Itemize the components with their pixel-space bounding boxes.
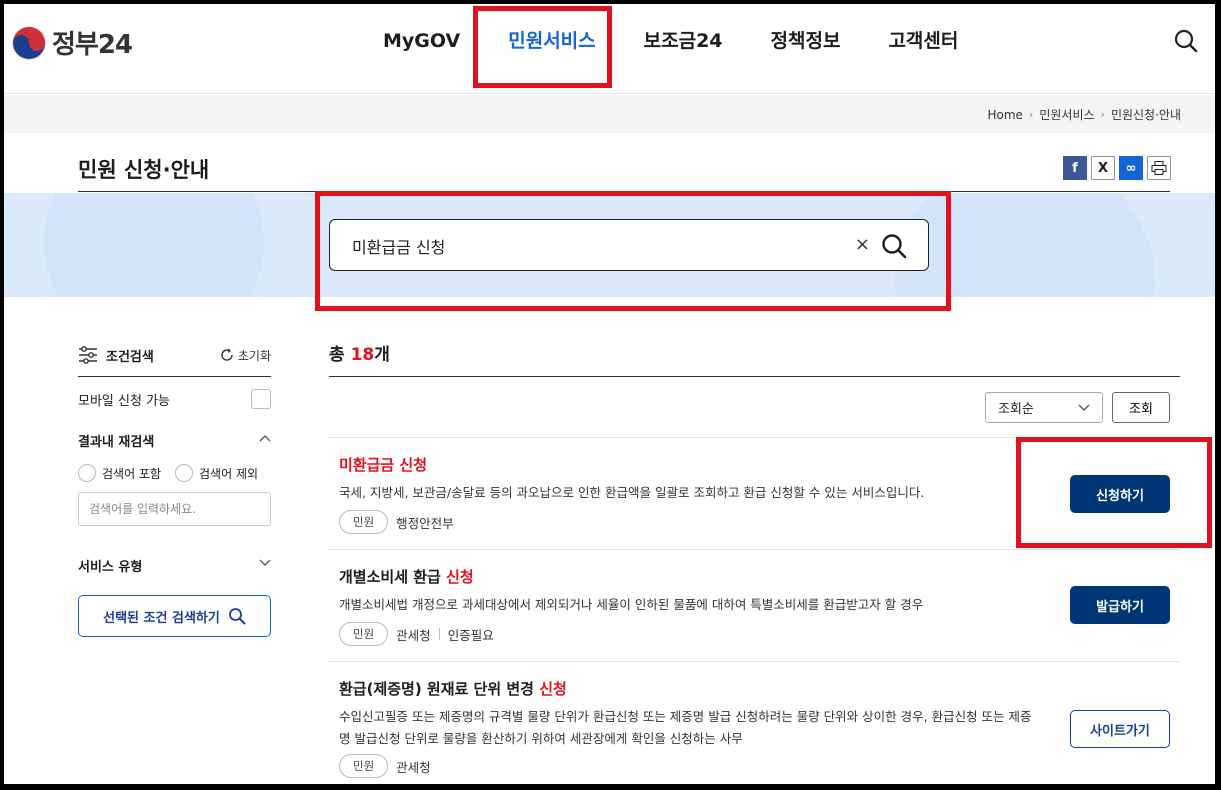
breadcrumb-home[interactable]: Home bbox=[987, 108, 1022, 122]
sort-apply-button[interactable]: 조회 bbox=[1112, 392, 1170, 423]
agency-label: 행정안전부 bbox=[396, 515, 454, 531]
facebook-icon[interactable]: f bbox=[1063, 156, 1087, 180]
go-to-site-button[interactable]: 사이트가기 bbox=[1070, 710, 1170, 748]
auth-required-label: 인증필요 bbox=[447, 627, 494, 643]
radio-include[interactable]: 검색어 포함 bbox=[78, 464, 161, 482]
filter-sidebar: 조건검색 초기화 모바일 신청 가능 결과내 재검색 검색어 포함 검색어 제외… bbox=[78, 340, 271, 637]
apply-button[interactable]: 신청하기 bbox=[1070, 475, 1170, 513]
site-header: 정부24 MyGOV 민원서비스 보조금24 정책정보 고객센터 bbox=[4, 4, 1215, 94]
result-tags: 민원 관세청 bbox=[339, 754, 431, 778]
search-box: × bbox=[329, 219, 929, 271]
site-logo[interactable]: 정부24 bbox=[12, 24, 133, 61]
result-item: 환급(제증명) 원재료 단위 변경 신청 수입신고필증 또는 제증명의 규격별 … bbox=[329, 661, 1180, 784]
issue-button[interactable]: 발급하기 bbox=[1070, 586, 1170, 624]
breadcrumb-current: 민원신청·안내 bbox=[1110, 108, 1181, 122]
search-icon bbox=[228, 608, 246, 625]
breadcrumb-bar: Home › 민원서비스 › 민원신청·안내 bbox=[4, 95, 1215, 133]
result-title[interactable]: 환급(제증명) 원재료 단위 변경 신청 bbox=[339, 678, 567, 699]
research-input[interactable] bbox=[78, 492, 271, 526]
mobile-filter-checkbox[interactable] bbox=[251, 389, 271, 409]
agency-label: 관세청 bbox=[396, 627, 431, 643]
result-description: 수입신고필증 또는 제증명의 규격별 물량 단위가 환급신청 또는 제증명 발급… bbox=[339, 709, 1032, 746]
title-divider bbox=[78, 191, 1170, 192]
logo-text: 정부24 bbox=[52, 30, 133, 60]
mobile-filter-row: 모바일 신청 가능 bbox=[78, 389, 271, 409]
print-icon[interactable] bbox=[1147, 156, 1171, 180]
result-description: 국세, 지방세, 보관금/송달료 등의 과오납으로 인한 환급액을 일괄로 조회… bbox=[339, 485, 925, 500]
breadcrumb: Home › 민원서비스 › 민원신청·안내 bbox=[987, 106, 1181, 123]
result-item: 개별소비세 환급 신청 개별소비세법 개정으로 과세대상에서 제외되거나 세율이… bbox=[329, 549, 1180, 661]
research-header[interactable]: 결과내 재검색 bbox=[78, 431, 271, 450]
filter-header: 조건검색 초기화 bbox=[78, 340, 271, 370]
browser-viewport: 정부24 MyGOV 민원서비스 보조금24 정책정보 고객센터 Home › … bbox=[4, 4, 1215, 784]
chevron-up-icon bbox=[259, 431, 271, 450]
nav-civil-service[interactable]: 민원서비스 bbox=[484, 26, 619, 56]
results-divider bbox=[329, 376, 1180, 377]
page-title: 민원 신청·안내 bbox=[78, 158, 210, 182]
nav-mygov[interactable]: MyGOV bbox=[359, 26, 484, 56]
filter-title: 조건검색 bbox=[106, 349, 154, 365]
link-icon[interactable]: ∞ bbox=[1119, 156, 1143, 180]
research-radios: 검색어 포함 검색어 제외 bbox=[78, 464, 271, 482]
result-title[interactable]: 개별소비세 환급 신청 bbox=[339, 566, 474, 587]
nav-policy-info[interactable]: 정책정보 bbox=[747, 26, 865, 56]
breadcrumb-civil-service[interactable]: 민원서비스 bbox=[1039, 106, 1094, 123]
result-title[interactable]: 미환급금 신청 bbox=[339, 454, 427, 475]
radio-exclude[interactable]: 검색어 제외 bbox=[175, 464, 258, 482]
type-badge: 민원 bbox=[339, 510, 389, 534]
chevron-right-icon: › bbox=[1100, 108, 1105, 121]
service-type-header[interactable]: 서비스 유형 bbox=[78, 556, 271, 575]
clear-icon[interactable]: × bbox=[855, 234, 870, 255]
result-item: 미환급금 신청 국세, 지방세, 보관금/송달료 등의 과오납으로 인한 환급액… bbox=[329, 437, 1180, 549]
type-badge: 민원 bbox=[339, 622, 389, 646]
x-icon[interactable]: X bbox=[1091, 156, 1115, 180]
nav-customer-center[interactable]: 고객센터 bbox=[864, 26, 982, 56]
result-count: 총 18개 bbox=[329, 345, 390, 365]
mobile-filter-label: 모바일 신청 가능 bbox=[78, 393, 170, 409]
filter-divider bbox=[78, 376, 271, 377]
share-tools: f X ∞ bbox=[1063, 156, 1171, 180]
reset-button[interactable]: 초기화 bbox=[220, 347, 271, 364]
chevron-right-icon: › bbox=[1028, 108, 1034, 121]
apply-filter-button[interactable]: 선택된 조건 검색하기 bbox=[78, 595, 271, 637]
refresh-icon bbox=[221, 348, 233, 361]
search-icon[interactable] bbox=[880, 232, 908, 260]
result-tags: 민원 행정안전부 bbox=[339, 510, 454, 534]
type-badge: 민원 bbox=[339, 754, 389, 778]
result-description: 개별소비세법 개정으로 과세대상에서 제외되거나 세율이 인하된 물품에 대하여… bbox=[339, 597, 924, 612]
sort-select[interactable]: 조회순 bbox=[985, 392, 1103, 423]
chevron-down-icon bbox=[259, 556, 271, 575]
search-input[interactable] bbox=[352, 232, 832, 260]
result-tags: 민원 관세청 인증필요 bbox=[339, 622, 494, 646]
taegeuk-logo-icon bbox=[12, 25, 46, 60]
header-search-icon[interactable] bbox=[1173, 28, 1199, 54]
chevron-down-icon bbox=[1078, 404, 1090, 411]
main-nav: MyGOV 민원서비스 보조금24 정책정보 고객센터 bbox=[359, 26, 982, 56]
nav-subsidy24[interactable]: 보조금24 bbox=[620, 26, 747, 56]
sliders-icon bbox=[79, 346, 97, 364]
agency-label: 관세청 bbox=[396, 759, 431, 775]
